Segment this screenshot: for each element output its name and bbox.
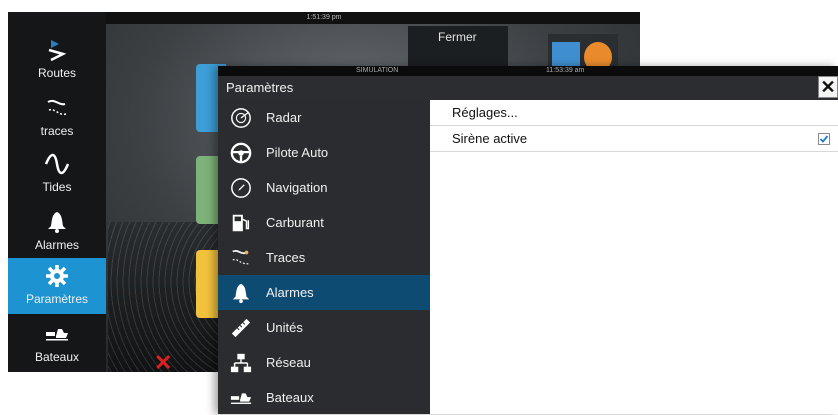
menu-label: Alarmes: [266, 285, 314, 300]
dialog-title: Paramètres: [218, 76, 838, 100]
menu-label: Réseau: [266, 355, 311, 370]
nav-item-routes[interactable]: Routes: [8, 32, 106, 88]
nav-item-parametres[interactable]: Paramètres: [8, 258, 106, 314]
tides-icon: [45, 153, 69, 175]
trails-icon: [232, 250, 250, 265]
menu-label: Traces: [266, 250, 306, 265]
menu-item-carburant[interactable]: Carburant: [218, 205, 430, 240]
nav-item-bateaux[interactable]: Bateaux: [8, 316, 106, 372]
trails-icon: [47, 99, 67, 116]
steering-wheel-icon: [230, 142, 252, 164]
compass-icon: [231, 178, 251, 198]
nav-item-tides[interactable]: Tides: [8, 146, 106, 202]
nav-item-alarmes[interactable]: Alarmes: [8, 204, 106, 260]
menu-label: Navigation: [266, 180, 328, 195]
menu-item-traces[interactable]: Traces: [218, 240, 430, 275]
alarm-settings-panel: Réglages... Sirène active: [430, 100, 838, 414]
close-x-icon[interactable]: ✕: [154, 350, 172, 372]
checkmark-icon: [819, 135, 829, 143]
siren-checkbox[interactable]: [818, 133, 830, 145]
siren-label: Sirène active: [452, 131, 528, 146]
fuel-pump-icon: [232, 214, 250, 232]
simulation-label: SIMULATION: [356, 67, 399, 74]
nav-label: Tides: [42, 180, 72, 194]
menu-item-navigation[interactable]: Navigation: [218, 170, 430, 205]
ruler-icon: [231, 318, 251, 338]
close-dialog-button[interactable]: ✕: [818, 76, 838, 98]
nav-item-traces[interactable]: traces: [8, 90, 106, 146]
menu-label: Unités: [266, 320, 303, 335]
network-icon: [230, 353, 252, 373]
siren-row[interactable]: Sirène active: [430, 126, 838, 152]
nav-label: Routes: [37, 66, 77, 80]
menu-item-unites[interactable]: Unités: [218, 310, 430, 345]
menu-item-radar[interactable]: Radar: [218, 100, 430, 135]
menu-label: Bateaux: [266, 390, 314, 405]
settings-row[interactable]: Réglages...: [430, 100, 838, 126]
radar-icon: [231, 108, 251, 128]
menu-label: Pilote Auto: [266, 145, 329, 160]
routes-icon: [48, 40, 67, 62]
gear-icon: [46, 265, 68, 287]
nav-label: Alarmes: [34, 238, 79, 252]
bell-icon: [48, 212, 66, 233]
nav-label: Paramètres: [25, 292, 89, 306]
nav-label: Bateaux: [34, 350, 80, 364]
menu-label: Radar: [266, 110, 302, 125]
vessels-icon: [46, 329, 68, 341]
bell-icon: [232, 283, 250, 304]
close-label: Fermer: [438, 30, 477, 44]
status-time: 11:53:39 am: [546, 67, 585, 74]
menu-label: Carburant: [266, 215, 324, 230]
menu-item-alarmes[interactable]: Alarmes: [218, 275, 430, 310]
menu-item-reseau[interactable]: Réseau: [218, 345, 430, 380]
menu-item-pilote-auto[interactable]: Pilote Auto: [218, 135, 430, 170]
left-navigation: Routes traces Tides Alarmes Paramètres B…: [8, 12, 106, 372]
settings-menu: Radar Pilote Auto Navigation Carburant T…: [218, 100, 430, 414]
menu-item-bateaux[interactable]: Bateaux: [218, 380, 430, 415]
nav-label: traces: [40, 124, 74, 138]
settings-dialog: SIMULATION 11:53:39 am Paramètres ✕ Rada…: [218, 66, 838, 414]
background-time: 1:51:39 pm: [306, 14, 342, 21]
dialog-status-bar: SIMULATION 11:53:39 am: [218, 66, 838, 76]
settings-label: Réglages...: [452, 105, 518, 120]
vessels-icon: [230, 393, 252, 404]
